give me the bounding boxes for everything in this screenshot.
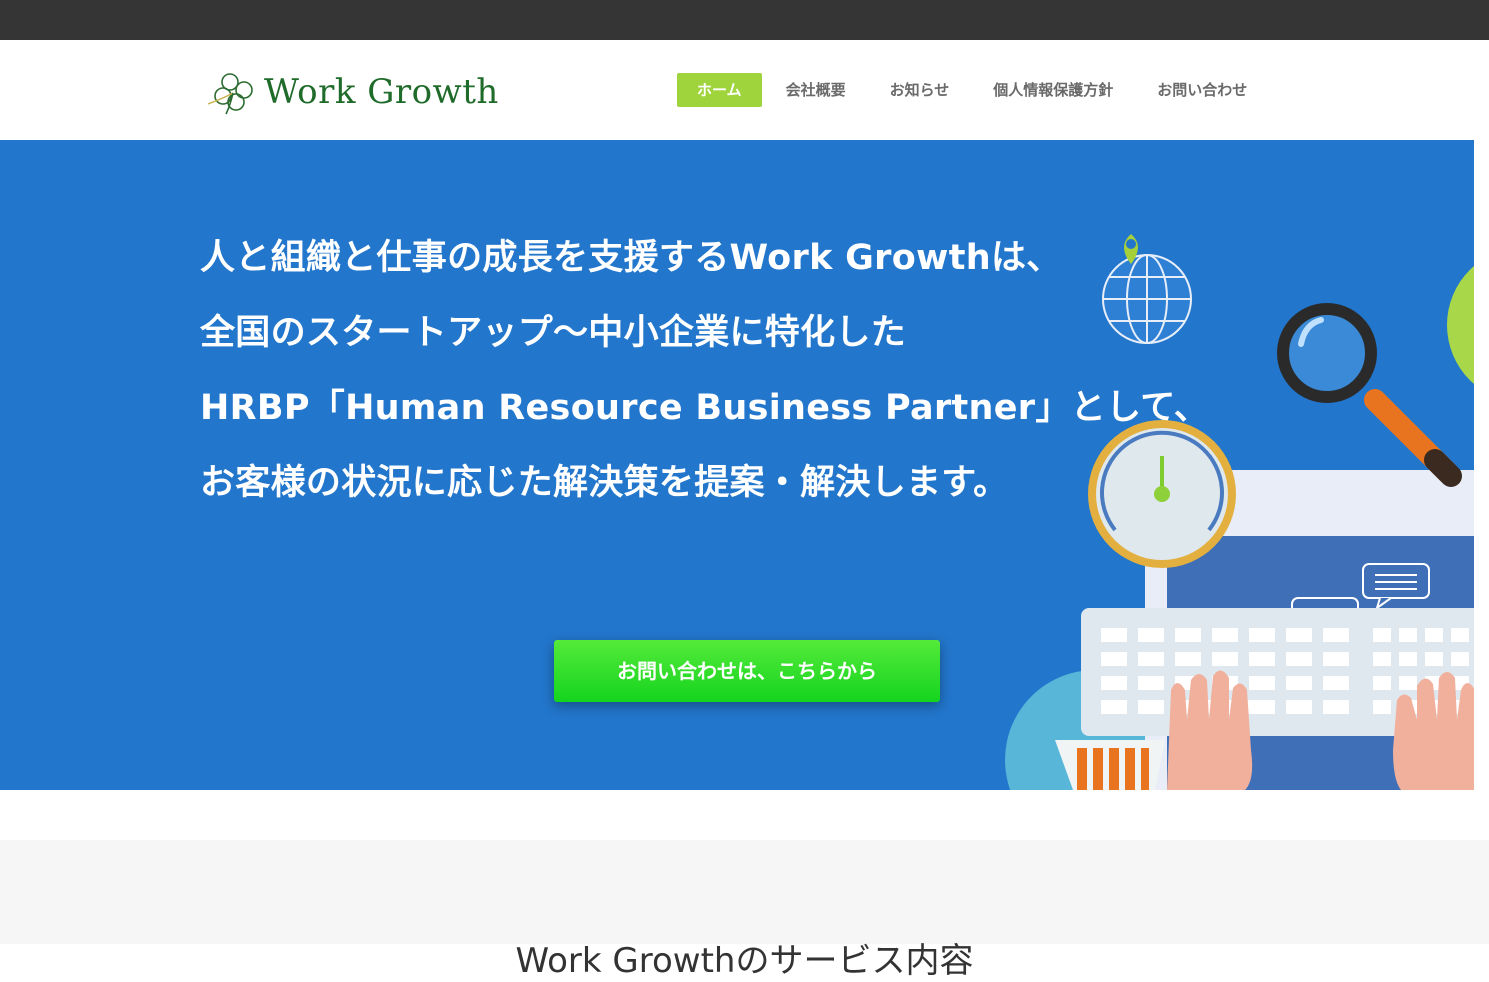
nav-item-company[interactable]: 会社概要 xyxy=(786,73,846,107)
decorative-circle xyxy=(1447,265,1474,385)
hero-section: 人と組織と仕事の成長を支援するWork Growthは、 全国のスタートアップ〜… xyxy=(0,140,1474,790)
nav-item-contact[interactable]: お問い合わせ xyxy=(1157,73,1247,107)
site-header: Work Growth ホーム 会社概要 お知らせ 個人情報保護方針 お問い合わ… xyxy=(0,40,1489,140)
logo-text: Work Growth xyxy=(264,72,499,112)
section-title: Work Growthのサービス内容 xyxy=(515,941,974,981)
hero-illustration xyxy=(1005,234,1474,790)
nav-item-home[interactable]: ホーム xyxy=(677,73,762,107)
clover-logo-icon xyxy=(207,73,253,115)
site-logo[interactable]: Work Growth xyxy=(206,68,499,116)
top-bar xyxy=(0,0,1489,40)
magnifier-icon xyxy=(1277,303,1462,487)
nav-item-news[interactable]: お知らせ xyxy=(890,73,950,107)
nav-item-privacy[interactable]: 個人情報保護方針 xyxy=(993,73,1113,107)
globe-icon xyxy=(1102,254,1192,344)
main-nav: ホーム 会社概要 お知らせ 個人情報保護方針 お問い合わせ xyxy=(677,73,1247,107)
cart-icon xyxy=(1055,740,1165,790)
services-section: Work Growthのサービス内容 xyxy=(0,840,1489,981)
contact-cta-button[interactable]: お問い合わせは、こちらから xyxy=(554,640,940,702)
gauge-icon xyxy=(1088,420,1236,568)
page-edge xyxy=(1474,140,1489,790)
